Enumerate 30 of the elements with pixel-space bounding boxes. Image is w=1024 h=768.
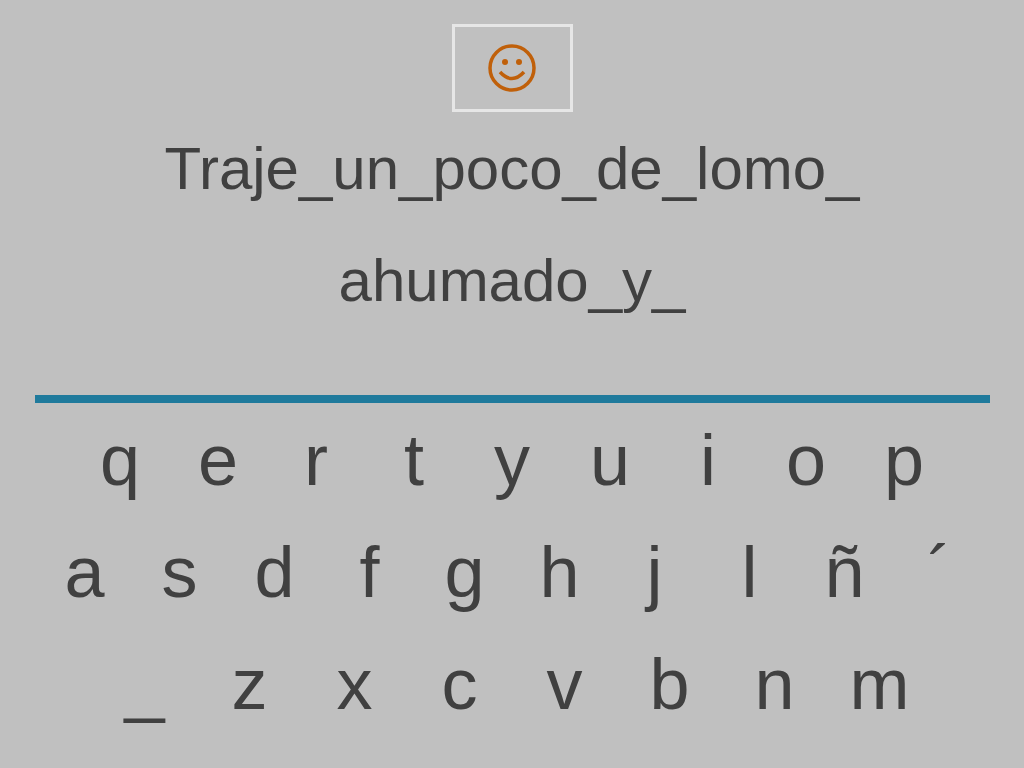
letter-key[interactable]: h xyxy=(512,536,607,618)
letter-key[interactable]: ñ xyxy=(797,536,892,618)
letter-key[interactable]: n xyxy=(722,648,827,730)
letter-key[interactable]: o xyxy=(757,424,855,506)
letter-key[interactable]: d xyxy=(227,536,322,618)
sentence-text: ahumado_y_ xyxy=(338,247,686,314)
letter-key[interactable]: i xyxy=(659,424,757,506)
letter-key[interactable]: e xyxy=(169,424,267,506)
sentence-text: Traje_un_poco_de_lomo_ xyxy=(164,135,860,202)
letter-key[interactable]: c xyxy=(407,648,512,730)
letter-key[interactable]: s xyxy=(132,536,227,618)
letter-key[interactable]: q xyxy=(71,424,169,506)
letter-key[interactable]: g xyxy=(417,536,512,618)
letter-key[interactable]: b xyxy=(617,648,722,730)
letter-key[interactable]: f xyxy=(322,536,417,618)
letter-key[interactable]: ´ xyxy=(892,536,987,618)
smiley-icon xyxy=(487,43,537,93)
letter-key[interactable]: x xyxy=(302,648,407,730)
letter-key[interactable]: u xyxy=(561,424,659,506)
letter-key[interactable]: m xyxy=(827,648,932,730)
letter-key[interactable]: v xyxy=(512,648,617,730)
letter-key[interactable]: _ xyxy=(92,648,197,730)
letter-key[interactable]: z xyxy=(197,648,302,730)
letter-key[interactable]: j xyxy=(607,536,702,618)
letter-key[interactable]: t xyxy=(365,424,463,506)
letter-key[interactable]: y xyxy=(463,424,561,506)
letter-key[interactable]: r xyxy=(267,424,365,506)
letter-key[interactable]: l xyxy=(702,536,797,618)
letter-key[interactable]: p xyxy=(855,424,953,506)
letter-key[interactable]: a xyxy=(37,536,132,618)
